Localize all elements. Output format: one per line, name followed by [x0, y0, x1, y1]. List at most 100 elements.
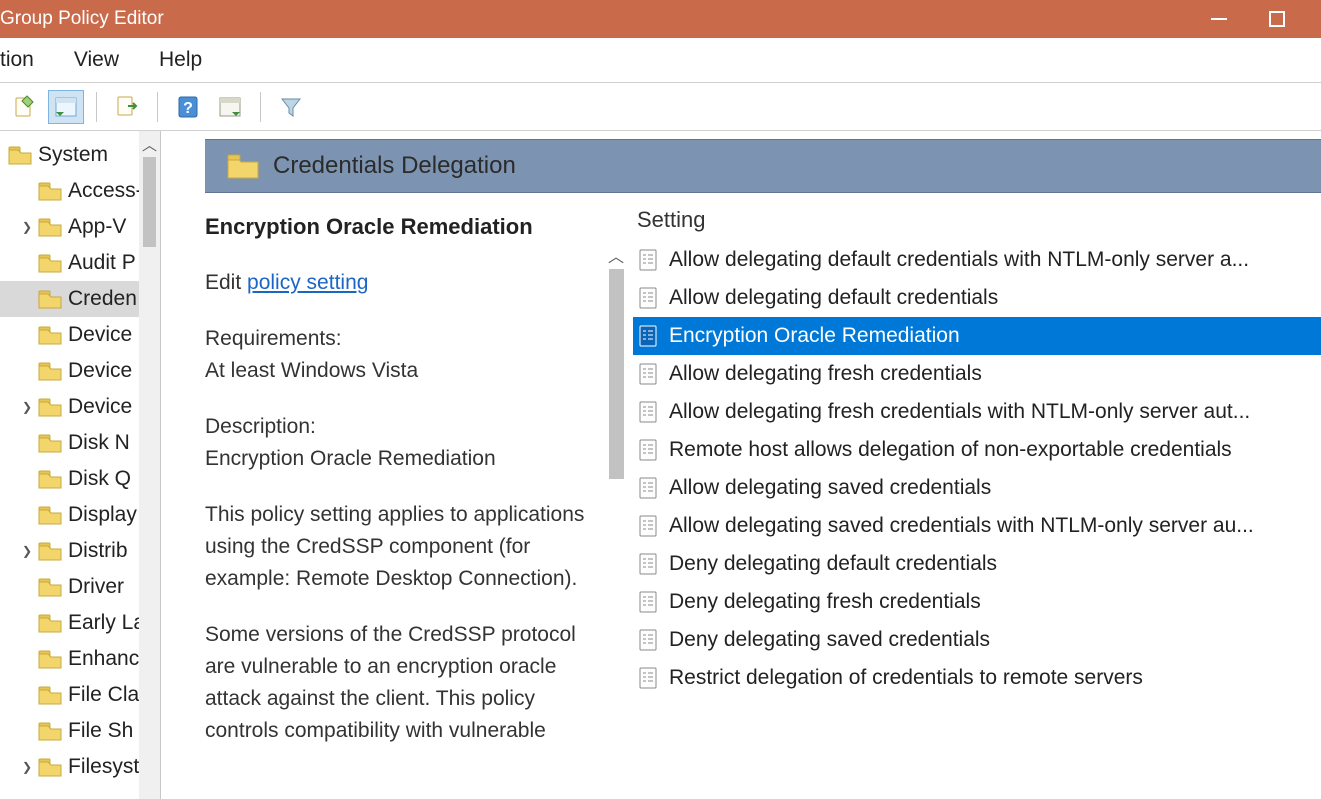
expander-icon[interactable]: ❯	[18, 544, 36, 558]
folder-icon	[36, 288, 64, 310]
column-header-setting[interactable]: Setting	[633, 203, 1321, 241]
setting-label: Allow delegating fresh credentials	[663, 362, 982, 386]
policy-icon	[633, 438, 663, 462]
setting-row[interactable]: Allow delegating default credentials	[633, 279, 1321, 317]
setting-row[interactable]: Deny delegating saved credentials	[633, 621, 1321, 659]
tree-item[interactable]: Access-	[0, 173, 160, 209]
tree-item[interactable]: Driver	[0, 569, 160, 605]
setting-row[interactable]: Deny delegating default credentials	[633, 545, 1321, 583]
policy-icon	[633, 666, 663, 690]
tree-item-label: Device	[64, 323, 132, 347]
setting-row[interactable]: Restrict delegation of credentials to re…	[633, 659, 1321, 697]
setting-row[interactable]: Encryption Oracle Remediation	[633, 317, 1321, 355]
title-bar: Group Policy Editor	[0, 0, 1321, 38]
tree-item-label: System	[34, 143, 108, 167]
scroll-up-icon[interactable]: ︿	[605, 241, 627, 269]
tree-item-label: Filesyst	[64, 755, 139, 779]
toolbar-help-button[interactable]: ?	[170, 90, 206, 124]
setting-label: Allow delegating fresh credentials with …	[663, 400, 1250, 424]
tree-item-label: Driver	[64, 575, 124, 599]
detail-scrollbar[interactable]: ︿	[605, 193, 627, 799]
folder-icon	[36, 684, 64, 706]
tree-item[interactable]: File Cla	[0, 677, 160, 713]
content-header: Credentials Delegation	[205, 139, 1321, 193]
scroll-up-icon[interactable]: ︿	[139, 131, 160, 157]
tree-item-label: Distrib	[64, 539, 128, 563]
setting-row[interactable]: Allow delegating saved credentials with …	[633, 507, 1321, 545]
setting-label: Remote host allows delegation of non-exp…	[663, 438, 1232, 462]
tree-item-label: Early La	[64, 611, 145, 635]
tree-item[interactable]: Disk N	[0, 425, 160, 461]
tree-item[interactable]: Creden	[0, 281, 160, 317]
requirements-value: At least Windows Vista	[205, 355, 595, 387]
tree-item[interactable]: Display	[0, 497, 160, 533]
tree-item[interactable]: Enhanc	[0, 641, 160, 677]
folder-icon	[36, 180, 64, 202]
folder-icon	[36, 576, 64, 598]
tree-item[interactable]: ❯Device	[0, 389, 160, 425]
tree-item[interactable]: File Sh	[0, 713, 160, 749]
tree-item[interactable]: Audit P	[0, 245, 160, 281]
edit-prefix: Edit	[205, 271, 247, 294]
policy-icon	[633, 552, 663, 576]
setting-row[interactable]: Allow delegating default credentials wit…	[633, 241, 1321, 279]
setting-label: Deny delegating saved credentials	[663, 628, 990, 652]
description-title: Encryption Oracle Remediation	[205, 443, 595, 475]
toolbar-doc-button[interactable]	[6, 90, 42, 124]
folder-icon	[36, 324, 64, 346]
setting-row[interactable]: Allow delegating fresh credentials	[633, 355, 1321, 393]
detail-panel-wrap: Encryption Oracle Remediation Edit polic…	[205, 193, 633, 799]
setting-label: Restrict delegation of credentials to re…	[663, 666, 1143, 690]
expander-icon[interactable]: ❯	[18, 220, 36, 234]
toolbar-filter-button[interactable]	[273, 90, 309, 124]
setting-row[interactable]: Deny delegating fresh credentials	[633, 583, 1321, 621]
menu-bar: tion View Help	[0, 38, 1321, 83]
maximize-button[interactable]	[1263, 5, 1291, 33]
policy-icon	[633, 628, 663, 652]
tree-item[interactable]: ❯ Distrib	[0, 533, 160, 569]
tree-item-label: Access-	[64, 179, 143, 203]
policy-icon	[633, 324, 663, 348]
description-para: Some versions of the CredSSP protocol ar…	[205, 619, 595, 747]
menu-item[interactable]: tion	[0, 48, 54, 72]
setting-label: Deny delegating fresh credentials	[663, 590, 981, 614]
folder-icon	[6, 144, 34, 166]
description-para: This policy setting applies to applicati…	[205, 499, 595, 595]
folder-icon	[36, 648, 64, 670]
toolbar-export-button[interactable]	[109, 90, 145, 124]
scroll-thumb[interactable]	[609, 269, 624, 479]
svg-text:?: ?	[183, 100, 193, 117]
tree-item[interactable]: Disk Q	[0, 461, 160, 497]
setting-label: Allow delegating saved credentials	[663, 476, 991, 500]
setting-row[interactable]: Remote host allows delegation of non-exp…	[633, 431, 1321, 469]
setting-label: Encryption Oracle Remediation	[663, 324, 960, 348]
edit-policy-link[interactable]: policy setting	[247, 271, 368, 294]
tree-item-system[interactable]: System	[0, 137, 160, 173]
policy-icon	[633, 476, 663, 500]
tree-item[interactable]: Device	[0, 317, 160, 353]
minimize-button[interactable]	[1205, 5, 1233, 33]
toolbar-list-button[interactable]	[48, 90, 84, 124]
toolbar: ?	[0, 83, 1321, 131]
scroll-thumb[interactable]	[143, 157, 156, 247]
tree[interactable]: System Access- ❯App-VAudit PCreden Device De…	[0, 131, 160, 785]
policy-icon	[633, 362, 663, 386]
menu-item-help[interactable]: Help	[139, 48, 222, 72]
tree-item[interactable]: ❯App-V	[0, 209, 160, 245]
toolbar-properties-button[interactable]	[212, 90, 248, 124]
tree-item-label: Disk Q	[64, 467, 131, 491]
tree-scrollbar[interactable]: ︿	[139, 131, 160, 799]
folder-icon	[223, 152, 263, 180]
tree-item[interactable]: Early La	[0, 605, 160, 641]
menu-item-view[interactable]: View	[54, 48, 139, 72]
tree-item[interactable]: Device	[0, 353, 160, 389]
expander-icon[interactable]: ❯	[18, 760, 36, 774]
tree-item[interactable]: ❯ Filesyst	[0, 749, 160, 785]
setting-row[interactable]: Allow delegating fresh credentials with …	[633, 393, 1321, 431]
main-area: System Access- ❯App-VAudit PCreden Device De…	[0, 131, 1321, 799]
policy-icon	[633, 286, 663, 310]
expander-icon[interactable]: ❯	[18, 400, 36, 414]
toolbar-separator	[157, 92, 158, 122]
toolbar-separator	[260, 92, 261, 122]
setting-row[interactable]: Allow delegating saved credentials	[633, 469, 1321, 507]
